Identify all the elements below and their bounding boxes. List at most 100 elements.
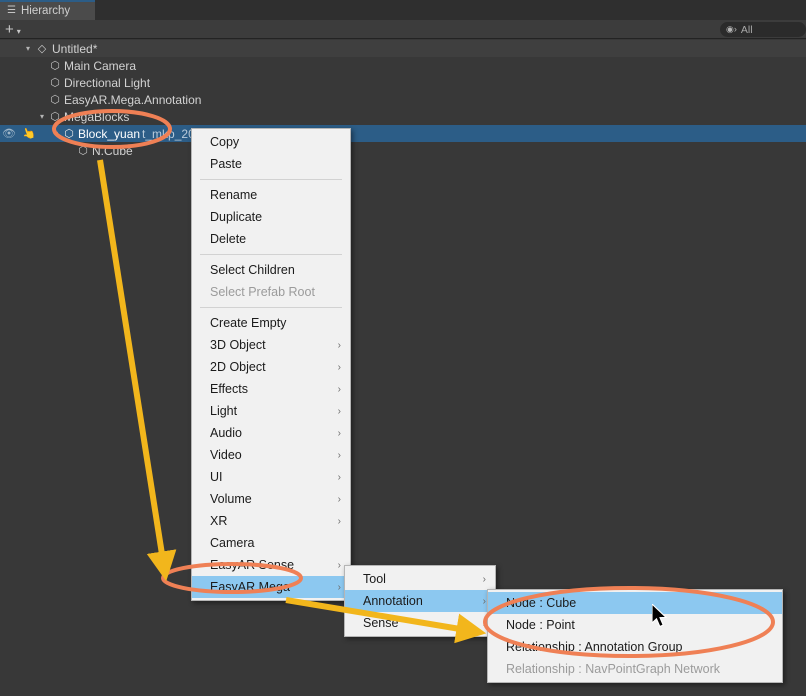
chevron-right-icon: › [338, 560, 341, 571]
chevron-right-icon: › [338, 406, 341, 417]
tab-hierarchy-label: Hierarchy [21, 5, 70, 17]
menu-item-label: Sense [363, 616, 398, 630]
menu-item[interactable]: Node : Cube [488, 592, 782, 614]
plus-icon: + [5, 21, 14, 38]
hierarchy-row-label: EasyAR.Mega.Annotation [62, 93, 201, 107]
menu-item[interactable]: Select Children [192, 259, 350, 281]
expand-arrow-placeholder: ▾ [64, 146, 76, 155]
menu-item[interactable]: Volume› [192, 488, 350, 510]
expand-arrow-icon[interactable]: ▾ [50, 129, 62, 138]
chevron-right-icon: › [338, 340, 341, 351]
menu-item[interactable]: Relationship : Annotation Group [488, 636, 782, 658]
menu-item-label: Paste [210, 157, 242, 171]
hand-icon[interactable]: 👆 [20, 125, 37, 142]
menu-item[interactable]: Rename [192, 184, 350, 206]
chevron-right-icon: › [483, 574, 486, 585]
menu-item-label: Select Children [210, 263, 295, 277]
menu-item-label: 3D Object [210, 338, 266, 352]
arrow-block-to-mega [100, 160, 164, 567]
menu-item-label: Effects [210, 382, 248, 396]
menu-item[interactable]: Light › [192, 400, 350, 422]
hierarchy-row[interactable]: ▾⬡MegaBlocks [0, 108, 806, 125]
menu-item[interactable]: Tool › [345, 568, 495, 590]
cube-icon: ⬡ [48, 93, 62, 106]
menu-item-label: Relationship : NavPointGraph Network [506, 662, 720, 676]
expand-arrow-placeholder: ▾ [36, 95, 48, 104]
submenu-annotation[interactable]: Node : Cube Node : Point Relationship : An… [487, 589, 783, 683]
menu-item[interactable]: Camera [192, 532, 350, 554]
expand-arrow-placeholder: ▾ [36, 61, 48, 70]
menu-item[interactable]: EasyAR Sense › [192, 554, 350, 576]
hierarchy-row[interactable]: ▾◇Untitled* [0, 40, 806, 57]
menu-item[interactable]: Create Empty [192, 312, 350, 334]
cube-icon: ⬡ [76, 144, 90, 157]
menu-item-label: Node : Cube [506, 596, 576, 610]
hierarchy-tree: ▾◇Untitled*▾⬡Main Camera▾⬡Directional Li… [0, 40, 806, 159]
search-input[interactable]: ◉› All [720, 22, 806, 37]
menu-item-label: Audio [210, 426, 242, 440]
expand-arrow-icon[interactable]: ▾ [36, 112, 48, 121]
menu-item[interactable]: Annotation › [345, 590, 495, 612]
search-icon: ◉› [726, 24, 737, 35]
chevron-right-icon: › [338, 582, 341, 593]
menu-item-label: Copy [210, 135, 239, 149]
tab-strip-empty-area [95, 0, 806, 20]
menu-item-label: 2D Object [210, 360, 266, 374]
chevron-right-icon: › [338, 472, 341, 483]
menu-item[interactable]: UI › [192, 466, 350, 488]
hierarchy-row[interactable]: 👁👆▾⬡Block_yuant_mkp_2019_mbd_A_direction [0, 125, 806, 142]
scene-icon: ◇ [34, 42, 50, 55]
hierarchy-toolbar: + ▾ ◉› All [0, 20, 806, 39]
menu-item[interactable]: Video › [192, 444, 350, 466]
menu-item-label: UI [210, 470, 223, 484]
menu-item[interactable]: XR › [192, 510, 350, 532]
menu-item-label: XR [210, 514, 227, 528]
cube-icon: ⬡ [48, 110, 62, 123]
chevron-right-icon: › [338, 516, 341, 527]
eye-icon[interactable]: 👁 [2, 127, 16, 140]
tab-hierarchy[interactable]: ☰ Hierarchy [0, 0, 95, 20]
visibility-toggles[interactable]: 👁👆 [2, 125, 36, 142]
hierarchy-row-label: Directional Light [62, 76, 150, 90]
cube-icon: ⬡ [62, 127, 76, 140]
add-object-button[interactable]: + ▾ [5, 21, 21, 38]
chevron-right-icon: › [338, 384, 341, 395]
expand-arrow-icon[interactable]: ▾ [22, 44, 34, 53]
menu-item[interactable]: Effects › [192, 378, 350, 400]
menu-item-label: Create Empty [210, 316, 286, 330]
menu-item-label: Tool [363, 572, 386, 586]
hierarchy-row[interactable]: ▾⬡EasyAR.Mega.Annotation [0, 91, 806, 108]
menu-item-label: Light [210, 404, 237, 418]
menu-item: Relationship : NavPointGraph Network [488, 658, 782, 680]
menu-item[interactable]: Duplicate [192, 206, 350, 228]
chevron-right-icon: › [338, 362, 341, 373]
cube-icon: ⬡ [48, 59, 62, 72]
menu-item-label: EasyAR Mega [210, 580, 290, 594]
hierarchy-row-label: Untitled* [50, 42, 97, 56]
menu-item[interactable]: Sense› [345, 612, 495, 634]
submenu-easyar-mega[interactable]: Tool › Annotation › Sense› [344, 565, 496, 637]
menu-item[interactable]: 3D Object › [192, 334, 350, 356]
menu-item-label: Annotation [363, 594, 423, 608]
hierarchy-row[interactable]: ▾⬡Directional Light [0, 74, 806, 91]
menu-item[interactable]: Audio› [192, 422, 350, 444]
menu-item[interactable]: EasyAR Mega › [192, 576, 350, 598]
hierarchy-row[interactable]: ▾⬡N.Cube [0, 142, 806, 159]
menu-item-label: Delete [210, 232, 246, 246]
menu-item[interactable]: Delete [192, 228, 350, 250]
unity-editor-screenshot: ☰ Hierarchy + ▾ ◉› All ▾◇Untitled*▾⬡Main… [0, 0, 806, 696]
hierarchy-row[interactable]: ▾⬡Main Camera [0, 57, 806, 74]
menu-item[interactable]: 2D Object › [192, 356, 350, 378]
menu-item[interactable]: Node : Point [488, 614, 782, 636]
menu-item-label: EasyAR Sense [210, 558, 294, 572]
chevron-down-icon: ▾ [17, 23, 21, 40]
menu-item-label: Video [210, 448, 242, 462]
context-menu[interactable]: Copy Paste RenameDuplicate Delete Select Chi… [191, 128, 351, 601]
chevron-right-icon: › [483, 596, 486, 607]
menu-item-label: Camera [210, 536, 254, 550]
hierarchy-row-label: N.Cube [90, 144, 133, 158]
chevron-right-icon: › [338, 450, 341, 461]
menu-item[interactable]: Copy [192, 131, 350, 153]
menu-item-label: Node : Point [506, 618, 575, 632]
menu-item[interactable]: Paste [192, 153, 350, 175]
